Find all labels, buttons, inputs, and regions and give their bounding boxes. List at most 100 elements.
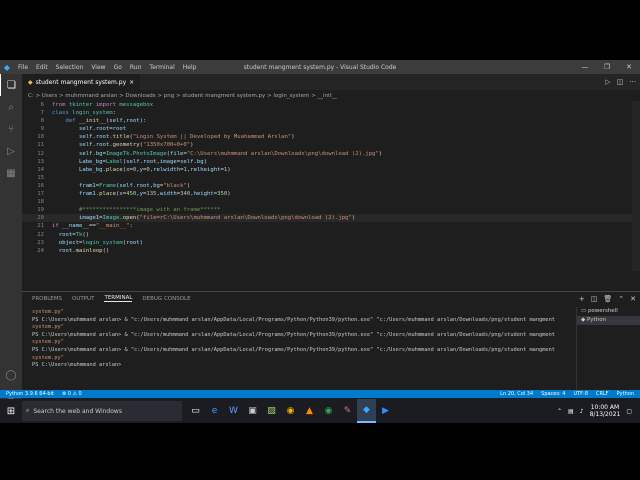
line-code: self.root.geometry("1350x700+0+0") bbox=[78, 142, 194, 149]
code-line[interactable]: 18 bbox=[22, 198, 632, 206]
maximize-icon[interactable]: ❐ bbox=[596, 60, 618, 74]
code-line[interactable]: 11 self.root.geometry("1350x700+0+0") bbox=[22, 141, 632, 149]
line-number: 12 bbox=[37, 150, 44, 157]
terminal-instance-powershell[interactable]: ▭ powershell bbox=[577, 307, 640, 316]
edge-icon[interactable]: e bbox=[205, 399, 224, 423]
vlc-icon[interactable]: ▲ bbox=[300, 399, 319, 423]
code-line[interactable]: 15 bbox=[22, 174, 632, 182]
tab-close-icon[interactable]: × bbox=[129, 79, 134, 86]
store-icon[interactable]: ▣ bbox=[243, 399, 262, 423]
code-line[interactable]: 22 root=Tk() bbox=[22, 231, 632, 239]
clock[interactable]: 10:00 AM 8/13/2021 bbox=[590, 404, 621, 418]
panel-toolbar: + ◫ 🗑 ⌃ ✕ bbox=[579, 292, 636, 305]
volume-icon[interactable]: ♪ bbox=[580, 408, 584, 415]
python-interpreter[interactable]: Python 3.9.6 64-bit bbox=[6, 391, 54, 397]
panel-tab-debug-console[interactable]: DEBUG CONSOLE bbox=[142, 296, 190, 302]
search-icon[interactable]: ⌕ bbox=[0, 96, 22, 118]
vscode-screen: ◆ File Edit Selection View Go Run Terminal Help… bbox=[0, 60, 640, 423]
window-controls: — ❐ ✕ bbox=[574, 60, 640, 74]
terminal-line: PS C:\Users\muhmmand arslan> & "c:/Users… bbox=[32, 316, 555, 323]
code-line[interactable]: 13 Labe_bg=Label(self.root,image=self.bg… bbox=[22, 158, 632, 166]
line-code: image1=Image.open("file=rC:\Users\muhmma… bbox=[78, 215, 356, 222]
vscode-taskbar-icon[interactable]: ◆ bbox=[357, 399, 376, 423]
code-line[interactable]: 12 self.bg=ImageTk.PhotoImage(file="C:\U… bbox=[22, 150, 632, 158]
tray-up-icon[interactable]: ⌃ bbox=[557, 408, 562, 415]
code-line[interactable]: 8 def __init__(self,root): bbox=[22, 117, 632, 125]
terminal-line: system.py" bbox=[32, 339, 64, 346]
terminal-output[interactable]: system.py" PS C:\Users\muhmmand arslan> &… bbox=[32, 309, 577, 389]
chrome-icon[interactable]: ◉ bbox=[281, 399, 300, 423]
photos-icon[interactable]: ▨ bbox=[262, 399, 281, 423]
explorer-icon[interactable]: ❏ bbox=[0, 74, 22, 96]
panel-tab-terminal[interactable]: TERMINAL bbox=[104, 295, 133, 302]
menu-item-view[interactable]: View bbox=[87, 64, 109, 71]
windows-start-icon[interactable]: ⊞ bbox=[0, 399, 22, 423]
run-debug-icon[interactable]: ▷ bbox=[0, 140, 22, 162]
split-terminal-icon[interactable]: ◫ bbox=[591, 295, 598, 303]
code-line[interactable]: 19 #****************image with an frame*… bbox=[22, 206, 632, 214]
code-line[interactable]: 21 if __name__=="__main__": bbox=[22, 222, 632, 230]
source-control-icon[interactable]: ⑂ bbox=[0, 118, 22, 140]
code-editor[interactable]: 6 from tkinter import messagebox 7 class lo… bbox=[22, 101, 632, 271]
status-bar: Python 3.9.6 64-bit ⊗ 0 ⚠ 0 Ln 20, Col 34… bbox=[0, 390, 640, 398]
indentation[interactable]: Spaces: 4 bbox=[541, 391, 565, 397]
more-actions-icon[interactable]: ··· bbox=[629, 78, 636, 86]
line-number: 22 bbox=[37, 231, 44, 238]
minimap[interactable] bbox=[632, 101, 640, 271]
task-view-icon[interactable]: ▭ bbox=[186, 399, 205, 423]
code-line[interactable]: 17 fram1.place(x=450,y=135,width=340,hei… bbox=[22, 190, 632, 198]
terminal-list: ▭ powershell ◆ Python bbox=[576, 307, 640, 391]
new-terminal-icon[interactable]: + bbox=[579, 295, 585, 303]
breadcrumb[interactable]: C: > Users > muhmmand arslan > Downloads… bbox=[22, 90, 640, 101]
code-line[interactable]: 23 object=login_system(root) bbox=[22, 239, 632, 247]
zoom-icon[interactable]: ▶ bbox=[376, 399, 395, 423]
code-line[interactable]: 9 self.root=root bbox=[22, 125, 632, 133]
code-line[interactable]: 10 self.root.title("Login System || Deve… bbox=[22, 133, 632, 141]
language-mode[interactable]: Python bbox=[617, 391, 634, 397]
split-editor-icon[interactable]: ◫ bbox=[617, 78, 624, 86]
word-icon[interactable]: W bbox=[224, 399, 243, 423]
encoding[interactable]: UTF-8 bbox=[573, 391, 588, 397]
code-line[interactable]: 20 image1=Image.open("file=rC:\Users\muh… bbox=[22, 214, 632, 223]
line-number: 24 bbox=[37, 247, 44, 254]
line-endings[interactable]: CRLF bbox=[596, 391, 609, 397]
extensions-icon[interactable]: ▦ bbox=[0, 162, 22, 184]
close-panel-icon[interactable]: ✕ bbox=[630, 295, 636, 303]
panel-tab-problems[interactable]: PROBLEMS bbox=[32, 296, 62, 302]
panel-tab-output[interactable]: OUTPUT bbox=[72, 296, 94, 302]
cursor-position[interactable]: Ln 20, Col 34 bbox=[500, 391, 533, 397]
line-number: 10 bbox=[37, 134, 44, 141]
code-line[interactable]: 14 Labe_bg.place(x=0,y=0,relwidth=1,relh… bbox=[22, 166, 632, 174]
terminal-line: PS C:\Users\muhmmand arslan> & "c:/Users… bbox=[32, 346, 555, 353]
notifications-icon[interactable]: ▢ bbox=[626, 408, 632, 415]
menu-item-run[interactable]: Run bbox=[126, 64, 146, 71]
line-number: 7 bbox=[40, 110, 44, 117]
activity-bar: ❏ ⌕ ⑂ ▷ ▦ ◯ ⚙ bbox=[0, 74, 22, 408]
kill-terminal-icon[interactable]: 🗑 bbox=[603, 295, 612, 303]
chrome-profile-icon[interactable]: ◉ bbox=[319, 399, 338, 423]
network-icon[interactable]: ▤ bbox=[568, 408, 574, 415]
taskbar-search[interactable]: ⌕ Search the web and Windows bbox=[22, 401, 182, 421]
menu-item-go[interactable]: Go bbox=[110, 64, 126, 71]
code-line[interactable]: 16 fram1=Frame(self.root,bg="black") bbox=[22, 182, 632, 190]
menu-item-edit[interactable]: Edit bbox=[32, 64, 52, 71]
maximize-panel-icon[interactable]: ⌃ bbox=[618, 295, 624, 303]
account-icon[interactable]: ◯ bbox=[0, 364, 22, 386]
paint-icon[interactable]: ✎ bbox=[338, 399, 357, 423]
minimize-icon[interactable]: — bbox=[574, 60, 596, 74]
line-code: def __init__(self,root): bbox=[65, 118, 147, 125]
tab-student-mangment-system[interactable]: ◆ student mangment system.py × bbox=[22, 74, 141, 90]
menu-item-help[interactable]: Help bbox=[179, 64, 201, 71]
code-line[interactable]: 6 from tkinter import messagebox bbox=[22, 101, 632, 109]
code-line[interactable]: 7 class login_system: bbox=[22, 109, 632, 117]
menu-item-file[interactable]: File bbox=[14, 64, 32, 71]
close-icon[interactable]: ✕ bbox=[618, 60, 640, 74]
menu-item-terminal[interactable]: Terminal bbox=[145, 64, 178, 71]
line-code: fram1=Frame(self.root,bg="black") bbox=[78, 182, 191, 189]
code-line[interactable]: 24 root.mainloop() bbox=[22, 247, 632, 255]
problems-count[interactable]: ⊗ 0 ⚠ 0 bbox=[62, 391, 82, 397]
menu-item-selection[interactable]: Selection bbox=[52, 64, 88, 71]
line-code: Labe_bg=Label(self.root,image=self.bg) bbox=[78, 158, 208, 165]
terminal-instance-python[interactable]: ◆ Python bbox=[577, 316, 640, 325]
run-icon[interactable]: ▷ bbox=[605, 78, 610, 86]
